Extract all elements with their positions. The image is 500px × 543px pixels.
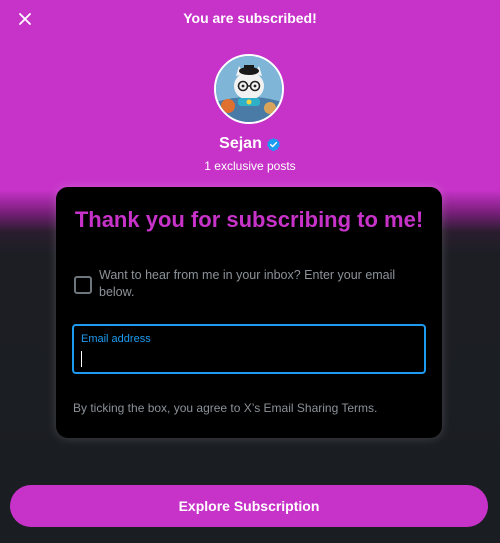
email-field-label: Email address bbox=[81, 333, 151, 345]
subscription-card: Thank you for subscribing to me! Want to… bbox=[56, 187, 442, 438]
email-optin-checkbox[interactable] bbox=[74, 276, 92, 294]
verified-badge-icon bbox=[266, 137, 281, 152]
exclusive-posts-count: 1 exclusive posts bbox=[204, 159, 296, 173]
email-optin-label[interactable]: Want to hear from me in your inbox? Ente… bbox=[99, 267, 414, 301]
modal-title: You are subscribed! bbox=[183, 10, 317, 26]
avatar-image bbox=[216, 56, 282, 122]
email-sharing-terms: By ticking the box, you agree to X’s Ema… bbox=[73, 401, 378, 415]
avatar[interactable] bbox=[214, 54, 284, 124]
creator-name-row: Sejan bbox=[0, 135, 500, 153]
text-caret bbox=[81, 351, 82, 367]
creator-name[interactable]: Sejan bbox=[219, 135, 262, 153]
explore-subscription-button[interactable]: Explore Subscription bbox=[10, 485, 488, 527]
email-field[interactable]: Email address bbox=[72, 324, 426, 374]
card-title: Thank you for subscribing to me! bbox=[74, 207, 424, 232]
